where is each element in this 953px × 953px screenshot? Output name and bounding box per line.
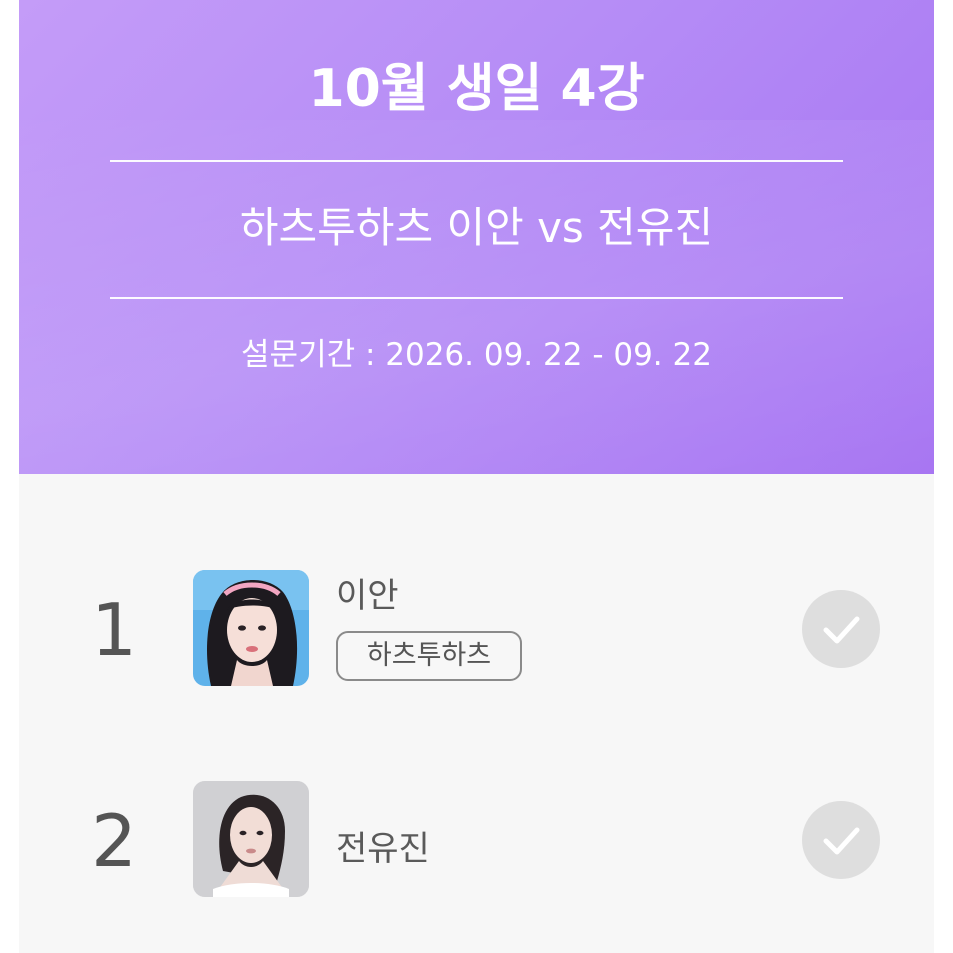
candidate-row-1[interactable]: 1 이안 하츠투하츠 (19, 568, 934, 698)
check-circle-icon[interactable] (802, 590, 880, 668)
candidate-rank: 1 (91, 588, 137, 672)
header-divider-bottom (110, 297, 843, 299)
candidate-avatar (193, 781, 309, 897)
poll-title: 10월 생일 4강 (308, 59, 645, 119)
check-circle-icon[interactable] (802, 801, 880, 879)
candidate-row-2[interactable]: 2 전유진 (19, 779, 934, 909)
header-divider-top (110, 160, 843, 162)
candidate-name: 전유진 (336, 829, 430, 869)
matchup-title: 하츠투하츠 이안 vs 전유진 (239, 203, 714, 252)
poll-header: 10월 생일 4강 하츠투하츠 이안 vs 전유진 설문기간 : 2026. 0… (19, 0, 934, 474)
candidate-name: 이안 (336, 576, 399, 616)
candidate-group-tag: 하츠투하츠 (336, 631, 522, 681)
poll-period: 설문기간 : 2026. 09. 22 - 09. 22 (241, 337, 712, 373)
poll-card: 10월 생일 4강 하츠투하츠 이안 vs 전유진 설문기간 : 2026. 0… (19, 0, 934, 953)
candidate-rank: 2 (91, 799, 137, 883)
candidate-avatar (193, 570, 309, 686)
